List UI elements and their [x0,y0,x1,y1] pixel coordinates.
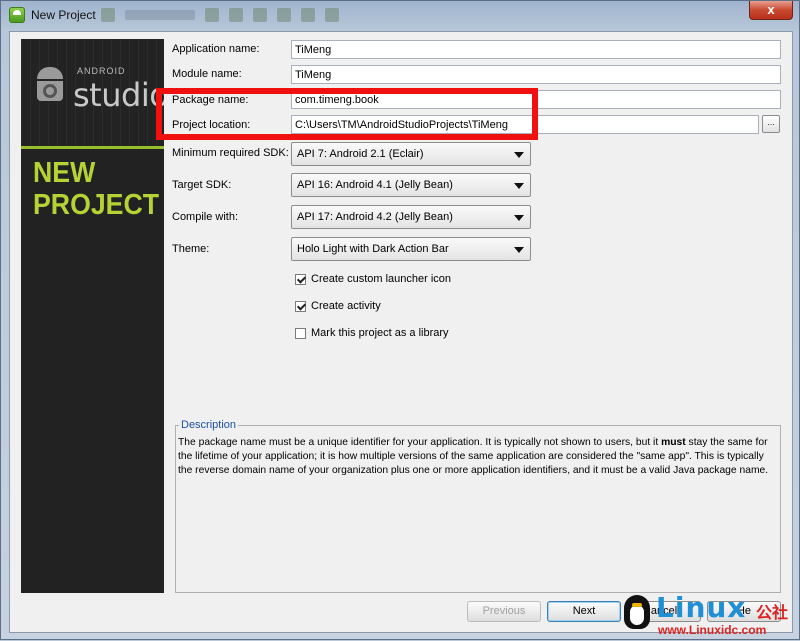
compile-with-select[interactable]: API 17: Android 4.2 (Jelly Bean) [291,205,531,229]
chevron-down-icon [514,183,524,189]
annotation-highlight-box [156,88,538,140]
debug-icon [229,8,243,22]
toolbar-icon [253,8,267,22]
description-text-bold: must [661,437,686,448]
custom-launcher-icon-checkbox[interactable] [295,273,306,285]
module-name-input[interactable] [291,65,781,84]
description-legend: Description [179,419,239,431]
library-project-label: Mark this project as a library [311,327,449,339]
help-icon [325,8,339,22]
library-project-checkbox[interactable] [295,327,306,339]
target-sdk-label: Target SDK: [172,179,232,191]
watermark-logo-text: Linux [656,591,747,624]
theme-select[interactable]: Holo Light with Dark Action Bar [291,237,531,261]
module-name-label: Module name: [172,68,242,80]
chevron-down-icon [514,247,524,253]
sidebar-banner: ANDROID studio [21,39,164,147]
android-studio-app-icon [9,7,25,23]
chevron-down-icon [514,152,524,158]
sidebar-divider [21,146,164,149]
title-bar[interactable]: New Project x [1,1,799,31]
toolbar-field [125,10,195,20]
previous-button[interactable]: Previous [467,601,541,622]
compile-with-value: API 17: Android 4.2 (Jelly Bean) [297,211,453,223]
sidebar-heading: NEW PROJECT [33,157,159,221]
brand-studio-label: studio [73,76,164,114]
theme-label: Theme: [172,243,210,255]
min-sdk-select[interactable]: API 7: Android 2.1 (Eclair) [291,142,531,166]
create-activity-checkbox[interactable] [295,300,306,312]
brand-android-label: ANDROID [77,66,126,76]
application-name-input[interactable] [291,40,781,59]
toolbar-icon [277,8,291,22]
linuxidc-watermark: Linux 公社 www.Linuxidc.com [616,591,800,641]
run-icon [205,8,219,22]
penguin-logo-icon [624,595,650,629]
compile-with-label: Compile with: [172,211,239,223]
watermark-url: www.Linuxidc.com [658,623,767,637]
window-title: New Project [31,8,96,22]
create-activity-option[interactable]: Create activity [295,300,381,312]
wizard-sidebar: ANDROID studio NEW PROJECT [21,39,164,593]
toolbar-icon [101,8,115,22]
toolbar-icon [301,8,315,22]
watermark-suffix: 公社 [756,605,789,622]
custom-launcher-icon-label: Create custom launcher icon [311,273,452,285]
theme-value: Holo Light with Dark Action Bar [297,243,449,255]
new-project-dialog: New Project x ANDROID studio NEW PROJECT… [0,0,800,640]
min-sdk-value: API 7: Android 2.1 (Eclair) [297,148,424,160]
description-text: The package name must be a unique identi… [178,436,776,478]
background-toolbar [101,6,441,24]
min-sdk-label: Minimum required SDK: [172,147,289,159]
target-sdk-select[interactable]: API 16: Android 4.1 (Jelly Bean) [291,173,531,197]
library-project-option[interactable]: Mark this project as a library [295,327,449,339]
application-name-label: Application name: [172,43,260,55]
android-robot-icon [35,67,65,105]
next-button[interactable]: Next [547,601,621,622]
dialog-content: ANDROID studio NEW PROJECT Application n… [9,31,793,633]
custom-launcher-icon-option[interactable]: Create custom launcher icon [295,273,451,285]
sidebar-heading-line1: NEW [33,157,96,189]
chevron-down-icon [514,215,524,221]
browse-location-button[interactable]: ... [762,115,780,133]
create-activity-label: Create activity [311,300,381,312]
close-button[interactable]: x [749,1,793,20]
target-sdk-value: API 16: Android 4.1 (Jelly Bean) [297,179,453,191]
description-panel: Description The package name must be a u… [175,419,781,593]
sidebar-heading-line2: PROJECT [33,189,160,221]
description-text-part1: The package name must be a unique identi… [178,437,662,448]
